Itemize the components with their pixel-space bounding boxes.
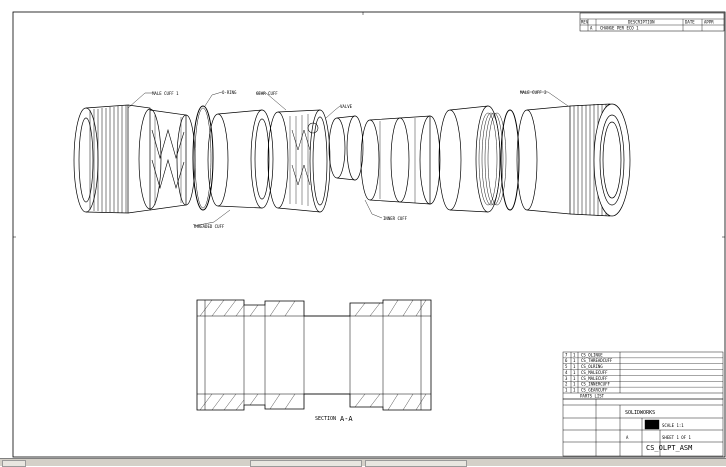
o-ring-part — [192, 105, 214, 211]
parts-row-item: 1 — [565, 388, 568, 393]
male-cuff-2-part — [516, 103, 631, 217]
spring-section — [149, 109, 196, 211]
parts-row-part: CS_GEARCUFF — [581, 388, 608, 393]
callout-gear-cuff: GEAR CUFF — [256, 91, 278, 96]
parts-row-qty: 1 — [573, 382, 576, 387]
callout-o-ring: O-RING — [222, 90, 237, 95]
parts-row-qty: 1 — [573, 370, 576, 375]
sheet-border — [12, 11, 726, 458]
status-cell — [250, 460, 362, 467]
parts-row-part: CS_OLINGE — [581, 352, 603, 357]
threaded-cuff-part — [207, 109, 274, 209]
parts-row-item: 7 — [565, 352, 568, 357]
callout-male-cuff-2: MALE CUFF 2 — [520, 90, 547, 95]
parts-row-part: CS_MALECUFF — [581, 376, 608, 381]
section-view — [196, 299, 432, 411]
drawing-sheet: REV DESCRIPTION DATE APPR A CHANGE PER E… — [12, 11, 726, 458]
parts-list-rows: 7 1 CS_OLINGE6 1 CS_THREADCUFF5 1 CS_OLRING4 1 C… — [563, 352, 723, 393]
status-cell — [365, 460, 467, 467]
date-header: DATE — [685, 20, 695, 25]
revision-block: REV DESCRIPTION DATE APPR A CHANGE PER E… — [579, 12, 725, 32]
parts-row-part: CS_THREADCUFF — [581, 358, 613, 363]
parts-list-title: PARTS LIST — [580, 394, 605, 399]
callout-threaded-cuff: THREADED CUFF — [193, 224, 225, 229]
section-label: SECTION — [315, 416, 336, 422]
sheet-size: A — [626, 435, 629, 440]
inner-cuff-part — [360, 115, 441, 205]
valve-part — [328, 115, 364, 181]
gear-cuff-part — [267, 109, 331, 213]
parts-row-qty: 1 — [573, 352, 576, 357]
callout-inner-cuff: INNER CUFF — [383, 216, 408, 221]
parts-row-item: 2 — [565, 382, 568, 387]
appr-header: APPR — [704, 20, 714, 25]
parts-row-qty: 1 — [573, 376, 576, 381]
rev-value: A — [590, 26, 593, 31]
rev-header: REV — [581, 20, 589, 25]
threaded-nut-part — [438, 105, 507, 213]
parts-row-part: CS_INNERCUFF — [581, 382, 610, 387]
o-ring-2-part — [500, 109, 520, 211]
parts-row-part: CS_MALECUFF — [581, 370, 608, 375]
drawing-number: CS_OLPT_ASM — [646, 444, 692, 452]
company-name: SOLIDWORKS — [625, 410, 655, 416]
parts-row-qty: 1 — [573, 358, 576, 363]
parts-row-item: 3 — [565, 376, 568, 381]
callout-male-cuff-1: MALE CUFF 1 — [152, 91, 179, 96]
parts-row-qty: 1 — [573, 388, 576, 393]
male-cuff-1-part — [73, 104, 162, 214]
desc-header: DESCRIPTION — [628, 20, 655, 25]
parts-row-item: 4 — [565, 370, 568, 375]
exploded-view — [73, 103, 631, 217]
callout-valve: VALVE — [340, 104, 353, 109]
status-cell — [2, 460, 26, 467]
section-id: A-A — [340, 415, 353, 423]
parts-row-part: CS_OLRING — [581, 364, 603, 369]
parts-row-item: 5 — [565, 364, 568, 369]
drawing-scale: SCALE 1:1 — [662, 423, 684, 428]
parts-row-qty: 1 — [573, 364, 576, 369]
rev-desc-value: CHANGE PER ECO 1 — [600, 26, 639, 31]
sheet-number: SHEET 1 OF 1 — [662, 435, 691, 440]
parts-row-item: 6 — [565, 358, 568, 363]
title-block — [562, 398, 724, 457]
